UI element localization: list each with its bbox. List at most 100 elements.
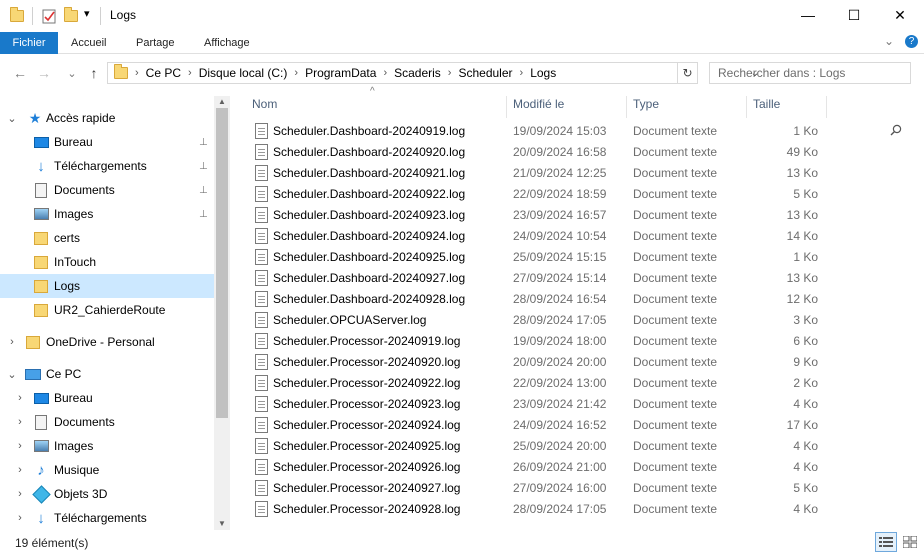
sidebar-item-pc-bureau[interactable]: › Bureau (0, 386, 214, 410)
large-icons-view-button[interactable] (899, 532, 921, 552)
file-row[interactable]: Scheduler.Processor-20240928.log 28/09/20… (250, 499, 830, 520)
breadcrumb-programdata[interactable]: ProgramData (301, 66, 380, 80)
tab-affichage[interactable]: Affichage (194, 32, 260, 54)
refresh-button[interactable]: ↻ (678, 62, 698, 84)
chevron-right-icon[interactable]: › (6, 336, 18, 348)
scroll-down-icon[interactable]: ▼ (214, 518, 230, 530)
breadcrumb-separator[interactable]: › (517, 67, 527, 79)
file-row[interactable]: Scheduler.Processor-20240919.log 19/09/20… (250, 331, 830, 352)
file-size: 1 Ko (793, 124, 818, 138)
scroll-up-icon[interactable]: ▲ (214, 96, 230, 108)
divider (32, 7, 33, 25)
recent-locations-button[interactable]: ⌄ (63, 64, 81, 82)
file-row[interactable]: Scheduler.Dashboard-20240925.log 25/09/20… (250, 247, 830, 268)
details-view-button[interactable] (875, 532, 897, 552)
chevron-down-icon[interactable]: ⌄ (6, 112, 18, 125)
file-row[interactable]: Scheduler.Dashboard-20240927.log 27/09/20… (250, 268, 830, 289)
file-size: 4 Ko (793, 460, 818, 474)
column-header-modified[interactable]: Modifié le (507, 96, 627, 118)
text-file-icon (255, 270, 268, 286)
file-row[interactable]: Scheduler.OPCUAServer.log 28/09/2024 17:0… (250, 310, 830, 331)
computer-icon (25, 366, 41, 382)
file-row[interactable]: Scheduler.Dashboard-20240923.log 23/09/20… (250, 205, 830, 226)
folder-icon (33, 230, 49, 246)
file-row[interactable]: Scheduler.Processor-20240924.log 24/09/20… (250, 415, 830, 436)
column-header-type[interactable]: Type (627, 96, 747, 118)
sidebar-item-pc-images[interactable]: › Images (0, 434, 214, 458)
up-button[interactable]: ↑ (85, 64, 103, 82)
sidebar-item-logs[interactable]: Logs (0, 274, 214, 298)
file-name: Scheduler.Processor-20240924.log (273, 418, 461, 432)
sidebar-item-documents[interactable]: Documents ⊥ (0, 178, 214, 202)
qat-dropdown-icon[interactable]: ▾ (84, 7, 96, 20)
sidebar-item-pc-musique[interactable]: › ♪ Musique (0, 458, 214, 482)
back-button[interactable]: ← (11, 64, 29, 82)
column-header-name[interactable]: Nom (244, 96, 507, 118)
maximize-button[interactable]: ☐ (831, 0, 877, 30)
download-icon: ↓ (37, 157, 45, 175)
chevron-right-icon[interactable]: › (14, 440, 26, 452)
minimize-button[interactable]: — (785, 0, 831, 30)
file-row[interactable]: Scheduler.Processor-20240927.log 27/09/20… (250, 478, 830, 499)
tab-partage[interactable]: Partage (126, 32, 185, 54)
file-row[interactable]: Scheduler.Dashboard-20240928.log 28/09/20… (250, 289, 830, 310)
file-row[interactable]: Scheduler.Processor-20240926.log 26/09/20… (250, 457, 830, 478)
breadcrumb-separator[interactable]: › (380, 67, 390, 79)
folder-icon[interactable] (10, 7, 24, 24)
file-row[interactable]: Scheduler.Dashboard-20240919.log 19/09/20… (250, 121, 830, 142)
help-icon[interactable]: ? (905, 35, 918, 48)
file-row[interactable]: Scheduler.Processor-20240925.log 25/09/20… (250, 436, 830, 457)
breadcrumb-separator[interactable]: › (185, 67, 195, 79)
sidebar-item-images[interactable]: Images ⊥ (0, 202, 214, 226)
chevron-right-icon[interactable]: › (14, 392, 26, 404)
sidebar-item-label: InTouch (54, 255, 97, 269)
sidebar-item-label: Ce PC (46, 367, 82, 381)
new-folder-icon[interactable] (64, 7, 78, 24)
file-type: Document texte (633, 166, 718, 180)
sidebar-item-onedrive[interactable]: › OneDrive - Personal (0, 330, 214, 354)
sidebar-item-intouch[interactable]: InTouch (0, 250, 214, 274)
column-header-size[interactable]: Taille (747, 96, 827, 118)
sidebar-item-ur2-cahierderoute[interactable]: UR2_CahierdeRoute (0, 298, 214, 322)
chevron-right-icon[interactable]: › (14, 464, 26, 476)
breadcrumb-scaderis[interactable]: Scaderis (390, 66, 445, 80)
forward-button[interactable]: → (35, 64, 53, 82)
breadcrumb-separator[interactable]: › (445, 67, 455, 79)
sidebar-item-pc-documents[interactable]: › Documents (0, 410, 214, 434)
search-input[interactable]: Rechercher dans : Logs (709, 62, 911, 84)
sidebar-item-label: Logs (54, 279, 81, 293)
address-bar[interactable]: › Ce PC › Disque local (C:) › ProgramDat… (107, 62, 759, 84)
text-file-icon (255, 480, 268, 496)
close-button[interactable]: ✕ (877, 0, 923, 30)
sidebar-item-certs[interactable]: certs (0, 226, 214, 250)
sidebar-item-acces-rapide[interactable]: ⌄ ★ Accès rapide (0, 106, 214, 130)
sidebar-item-pc-telechargements[interactable]: › ↓ Téléchargements (0, 506, 214, 530)
sidebar-item-telechargements[interactable]: ↓ Téléchargements ⊥ (0, 154, 214, 178)
breadcrumb-ce-pc[interactable]: Ce PC (142, 66, 185, 80)
collapse-ribbon-icon[interactable]: ⌄ (884, 34, 894, 48)
sidebar-item-ce-pc[interactable]: ⌄ Ce PC (0, 362, 214, 386)
chevron-right-icon[interactable]: › (14, 488, 26, 500)
chevron-right-icon[interactable]: › (14, 416, 26, 428)
tab-fichier[interactable]: Fichier (0, 32, 58, 54)
file-row[interactable]: Scheduler.Processor-20240922.log 22/09/20… (250, 373, 830, 394)
file-row[interactable]: Scheduler.Dashboard-20240921.log 21/09/20… (250, 163, 830, 184)
scrollbar-thumb[interactable] (216, 108, 228, 418)
sidebar-item-pc-objets-3d[interactable]: › Objets 3D (0, 482, 214, 506)
chevron-right-icon[interactable]: › (14, 512, 26, 524)
file-row[interactable]: Scheduler.Processor-20240923.log 23/09/20… (250, 394, 830, 415)
breadcrumb-disque-local[interactable]: Disque local (C:) (195, 66, 292, 80)
properties-icon[interactable] (42, 8, 56, 24)
breadcrumb-logs[interactable]: Logs (526, 66, 560, 80)
tab-accueil[interactable]: Accueil (61, 32, 116, 54)
file-row[interactable]: Scheduler.Dashboard-20240924.log 24/09/20… (250, 226, 830, 247)
sidebar-item-bureau[interactable]: Bureau ⊥ (0, 130, 214, 154)
file-row[interactable]: Scheduler.Dashboard-20240922.log 22/09/20… (250, 184, 830, 205)
chevron-down-icon[interactable]: ⌄ (6, 368, 18, 381)
file-modified: 25/09/2024 20:00 (513, 439, 607, 453)
file-row[interactable]: Scheduler.Processor-20240920.log 20/09/20… (250, 352, 830, 373)
file-row[interactable]: Scheduler.Dashboard-20240920.log 20/09/20… (250, 142, 830, 163)
breadcrumb-scheduler[interactable]: Scheduler (454, 66, 516, 80)
breadcrumb-separator: › (135, 67, 139, 79)
breadcrumb-separator[interactable]: › (291, 67, 301, 79)
